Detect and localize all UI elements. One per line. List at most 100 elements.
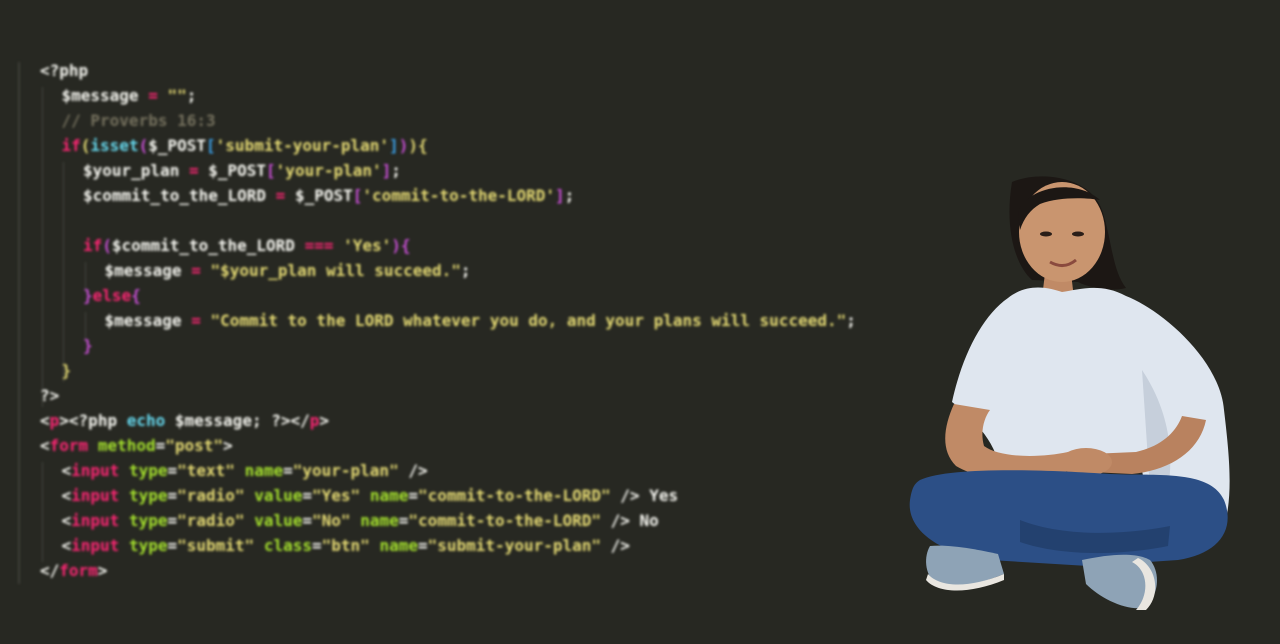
code-token: 'submit-your-plan' [215, 136, 390, 155]
code-token: > [223, 436, 233, 455]
code-token: = [181, 311, 211, 330]
code-token: } [61, 361, 72, 380]
code-token: /> [398, 461, 428, 480]
code-line: <form method="post"> [40, 433, 233, 458]
code-line: // Proverbs 16:3 [62, 108, 216, 133]
code-line: $message = ""; [62, 83, 197, 108]
code-token: ) [391, 236, 401, 255]
code-token: if [61, 136, 81, 155]
code-token: name [244, 461, 284, 480]
code-token: input [71, 461, 120, 480]
code-token: ) [408, 136, 418, 155]
code-token: name [360, 511, 399, 530]
code-token: value [254, 486, 303, 505]
code-token: = [417, 536, 428, 555]
code-token: = [167, 511, 178, 530]
eye-right [1072, 231, 1084, 237]
code-token: "commit-to-the-LORD" [418, 486, 611, 505]
code-line: } [62, 358, 72, 383]
code-token: /> [601, 536, 630, 555]
code-token: ) [398, 136, 409, 155]
eye-left [1040, 231, 1052, 237]
code-token: "post" [165, 436, 224, 455]
code-token: ( [102, 236, 112, 255]
code-token: "radio" [177, 486, 245, 505]
code-line: $message = "Commit to the LORD whatever … [105, 308, 856, 333]
code-token: /> No [601, 511, 659, 530]
code-token: "$your_plan will succeed." [210, 261, 461, 280]
code-token: ] [555, 186, 565, 205]
code-token: input [71, 486, 120, 505]
code-token: === [294, 236, 344, 255]
code-token: isset [90, 136, 139, 155]
code-token: $commit_to_the_LORD [83, 186, 267, 205]
code-token: < [40, 436, 50, 455]
code-token: type [128, 536, 168, 555]
code-token: = [167, 461, 178, 480]
code-token: $message [104, 311, 182, 330]
code-token: <?php [40, 61, 89, 80]
code-token: "Yes" [312, 486, 361, 505]
code-token: "btn" [321, 536, 370, 555]
code-token: "" [167, 86, 187, 105]
editor-gutter-line [18, 62, 20, 584]
code-token: form [49, 436, 89, 455]
code-token: "commit-to-the-LORD" [408, 511, 602, 530]
code-token: $message [61, 86, 139, 105]
code-token: > [319, 411, 330, 430]
code-token: p [49, 411, 60, 430]
code-token: $message; ?></ [165, 411, 310, 430]
code-token: < [61, 511, 72, 530]
code-token: $_POST [148, 136, 207, 155]
code-token: [ [352, 186, 363, 205]
code-token: = [398, 511, 409, 530]
code-token: ] [389, 136, 399, 155]
code-line: <p><?php echo $message; ?></p> [40, 408, 329, 433]
code-token: 'Yes' [343, 236, 392, 255]
code-token: type [128, 511, 168, 530]
code-token: class [263, 536, 312, 555]
code-token: = [155, 436, 166, 455]
code-line: $your_plan = $_POST['your-plan']; [83, 158, 401, 183]
person-photo [909, 176, 1230, 610]
code-token: < [61, 536, 72, 555]
code-token: $commit_to_the_LORD [111, 236, 295, 255]
code-token: { [417, 136, 428, 155]
code-token: } [83, 336, 93, 355]
code-token: = [266, 186, 295, 205]
code-token: "radio" [177, 511, 245, 530]
code-token: ; [564, 186, 575, 205]
code-token: "submit" [177, 536, 255, 555]
code-token: 'commit-to-the-LORD' [362, 186, 556, 205]
code-token: $message [104, 261, 182, 280]
code-line: <input type="text" name="your-plan" /> [62, 458, 428, 483]
code-token: $_POST [208, 161, 267, 180]
code-line: }else{ [83, 283, 141, 308]
code-token: { [400, 236, 411, 255]
code-token: < [40, 411, 50, 430]
code-token: ] [381, 161, 392, 180]
code-editor-background: <?php $message = ""; // Proverbs 16:3 if ( is… [18, 58, 978, 588]
code-token: name [379, 536, 418, 555]
code-token: </ [40, 561, 60, 580]
code-token: ; [391, 161, 401, 180]
code-token: = [181, 261, 211, 280]
code-token: "text" [177, 461, 235, 480]
code-token: ><?php [59, 411, 127, 430]
code-token: // Proverbs 16:3 [61, 111, 216, 130]
code-token: name [369, 486, 409, 505]
code-token: type [128, 461, 168, 480]
code-token: "submit-your-plan" [427, 536, 602, 555]
code-token: > [97, 561, 108, 580]
code-token: type [128, 486, 168, 505]
code-token: ; [460, 261, 471, 280]
code-token: [ [206, 136, 216, 155]
